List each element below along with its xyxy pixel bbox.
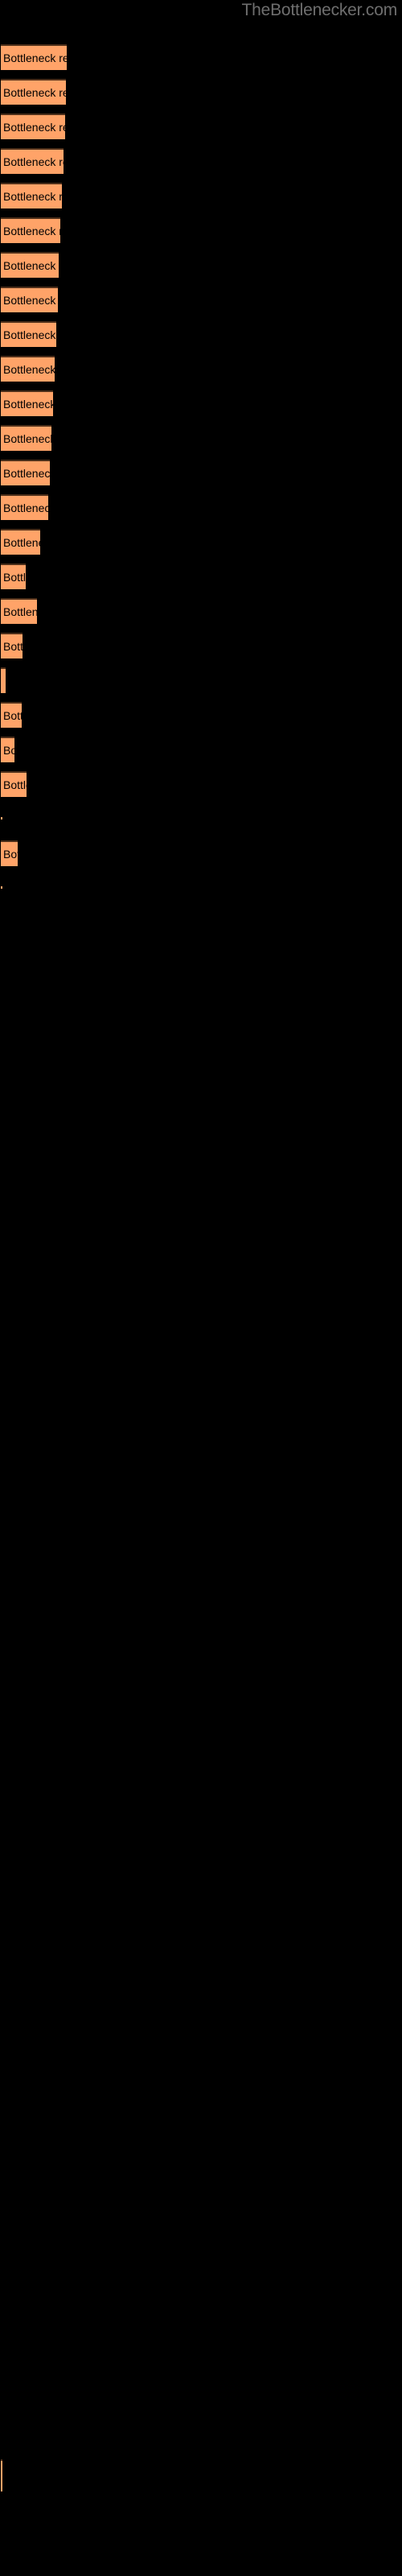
bar-row[interactable]: Bottleneck result bbox=[0, 737, 402, 764]
bar-row[interactable]: Bottleneck result bbox=[0, 44, 402, 72]
bar-label: Bottleneck result bbox=[3, 536, 40, 549]
bar-label: Bottleneck result bbox=[3, 605, 37, 618]
bar-row[interactable]: Bottleneck result bbox=[0, 217, 402, 245]
bar[interactable]: Bottleneck result bbox=[1, 840, 18, 866]
bar[interactable]: Bottleneck result bbox=[1, 217, 60, 243]
bar-row[interactable]: Bottleneck result bbox=[0, 148, 402, 175]
bar-label: Bottleneck result bbox=[3, 848, 18, 861]
bar-label: Bottleneck result bbox=[3, 467, 50, 480]
bar[interactable]: Bottleneck result bbox=[1, 633, 23, 658]
bar[interactable]: Bottleneck result bbox=[1, 771, 27, 797]
bar-row[interactable]: Bottleneck result bbox=[0, 840, 402, 868]
bar-label: Bottleneck result bbox=[3, 363, 55, 376]
bar[interactable]: Bottleneck result bbox=[1, 148, 64, 174]
bar-row[interactable] bbox=[0, 806, 402, 833]
bar[interactable]: Bottleneck result bbox=[1, 79, 66, 105]
bar-row[interactable]: Bottleneck result bbox=[0, 183, 402, 210]
bar-label: Bottleneck result bbox=[3, 294, 58, 307]
bar-label: Bottleneck result bbox=[3, 778, 27, 791]
bar[interactable]: Bottleneck result bbox=[1, 321, 56, 347]
bar[interactable]: Bottleneck result bbox=[1, 737, 14, 762]
bar-label: Bottleneck result bbox=[3, 225, 60, 237]
bar-label: Bottleneck result bbox=[3, 155, 64, 168]
bar-label: Bottleneck result bbox=[3, 398, 53, 411]
bar-label: Bottleneck result bbox=[3, 86, 66, 99]
bar-label: Bottleneck result bbox=[3, 52, 67, 64]
bar-label: Bottleneck result bbox=[3, 121, 65, 134]
bar[interactable]: Bottleneck result bbox=[1, 529, 40, 555]
bar-row[interactable]: Bottleneck result bbox=[0, 598, 402, 625]
bar-label: Bottleneck result bbox=[3, 190, 62, 203]
bar[interactable]: Bottleneck result bbox=[1, 356, 55, 382]
bar-label: Bottleneck result bbox=[3, 502, 48, 514]
bar-row[interactable] bbox=[0, 875, 402, 902]
bar[interactable]: Bottleneck result bbox=[1, 460, 50, 485]
bar[interactable]: Bottleneck result bbox=[1, 44, 67, 70]
bar-row[interactable]: Bottleneck result bbox=[0, 771, 402, 799]
bar-row[interactable]: Bottleneck result bbox=[0, 114, 402, 141]
bar[interactable] bbox=[1, 886, 2, 889]
bar-label: Bottleneck result bbox=[3, 571, 26, 584]
bar[interactable] bbox=[1, 667, 6, 693]
bar[interactable]: Bottleneck result bbox=[1, 425, 51, 451]
bar-row[interactable]: Bottleneck result bbox=[0, 252, 402, 279]
bar-row[interactable]: Bottleneck result bbox=[0, 390, 402, 418]
bar-row[interactable]: Bottleneck result bbox=[0, 287, 402, 314]
bar[interactable]: Bottleneck result bbox=[1, 183, 62, 208]
bar-row[interactable]: Bottleneck result bbox=[0, 321, 402, 349]
bar-row[interactable]: Bottleneck result bbox=[0, 356, 402, 383]
bar[interactable] bbox=[1, 2459, 2, 2491]
bar-row[interactable]: Bottleneck result bbox=[0, 79, 402, 106]
bar[interactable]: Bottleneck result bbox=[1, 252, 59, 278]
bar-row[interactable]: Bottleneck result bbox=[0, 460, 402, 487]
bar-label: Bottleneck result bbox=[3, 432, 51, 445]
bar[interactable]: Bottleneck result bbox=[1, 702, 22, 728]
bar[interactable]: Bottleneck result bbox=[1, 390, 53, 416]
chart-plot-area: Bottleneck result Bottleneck result Bottle… bbox=[0, 0, 402, 2576]
bar[interactable]: Bottleneck result bbox=[1, 564, 26, 589]
bar[interactable]: Bottleneck result bbox=[1, 494, 48, 520]
bar-row[interactable]: Bottleneck result bbox=[0, 529, 402, 556]
bottleneck-chart-root: TheBottlenecker.com Bottleneck resultBot… bbox=[0, 0, 402, 2576]
bar-label: Bottleneck result bbox=[3, 328, 56, 341]
bar-label: Bottleneck result bbox=[3, 640, 23, 653]
bar-row[interactable] bbox=[0, 667, 402, 695]
bar[interactable] bbox=[1, 817, 2, 819]
bar-label: Bottleneck result bbox=[3, 709, 22, 722]
bar[interactable]: Bottleneck result bbox=[1, 114, 65, 139]
bar-row[interactable]: Bottleneck result bbox=[0, 633, 402, 660]
bar[interactable]: Bottleneck result bbox=[1, 287, 58, 312]
bar-row[interactable]: Bottleneck result bbox=[0, 564, 402, 591]
bar-row[interactable] bbox=[0, 2459, 402, 2491]
bar-label: Bottleneck result bbox=[3, 259, 59, 272]
bar-label: Bottleneck result bbox=[3, 744, 14, 757]
bar-row[interactable]: Bottleneck result bbox=[0, 702, 402, 729]
bar-row[interactable]: Bottleneck result bbox=[0, 425, 402, 452]
bar[interactable]: Bottleneck result bbox=[1, 598, 37, 624]
bar-row[interactable]: Bottleneck result bbox=[0, 494, 402, 522]
